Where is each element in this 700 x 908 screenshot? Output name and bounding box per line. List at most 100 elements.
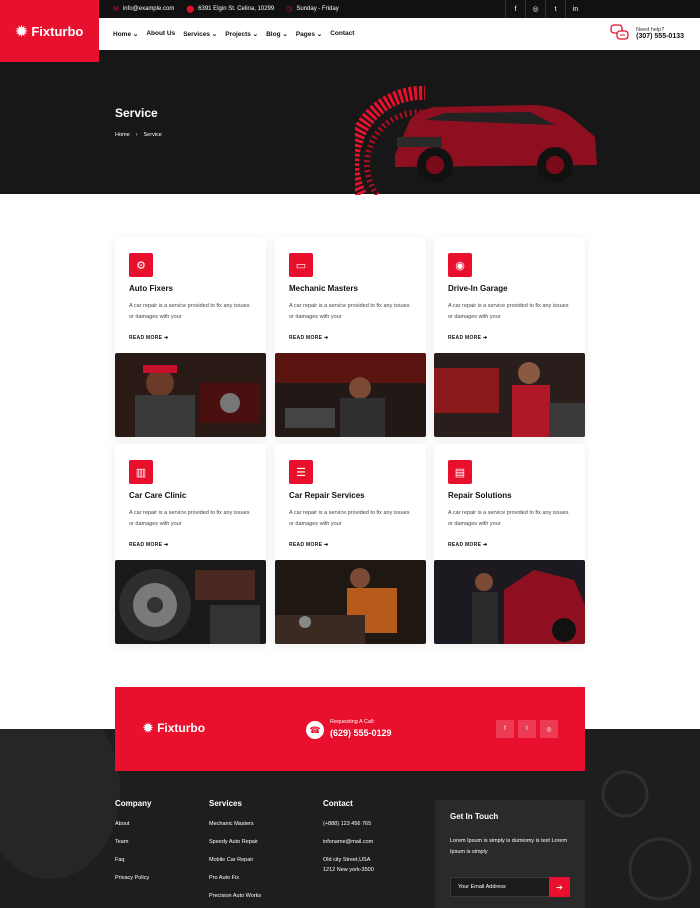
read-more-link[interactable]: READ MORE ➔	[289, 335, 328, 341]
clock-icon: ◷	[286, 6, 293, 13]
nav-pages[interactable]: Pages ⌄	[296, 30, 322, 38]
nav-blog[interactable]: Blog ⌄	[266, 30, 288, 38]
service-card[interactable]: ▤ Repair Solutions A car repair is a ser…	[434, 444, 585, 644]
top-social-links: f ◎ t in	[505, 0, 585, 18]
engine-icon: ⚙	[129, 253, 153, 277]
read-more-link[interactable]: READ MORE ➔	[448, 542, 487, 548]
nav-services[interactable]: Services ⌄	[183, 30, 217, 38]
gear-logo-icon: ✹	[143, 721, 154, 735]
chat-icon	[610, 24, 630, 42]
top-contact-info: ✉ info@example.com ⬤ 6391 Elgin St. Celina…	[113, 0, 339, 18]
breadcrumb-separator: ›	[135, 132, 138, 138]
call-banner: ✹ Fixturbo ☎ Requesting A Call: (629) 555…	[115, 687, 585, 771]
call-phone[interactable]: (629) 555-0129	[330, 728, 392, 738]
footer-services: Services Mechanic Masters Speedy Auto Re…	[209, 799, 261, 908]
footer-link[interactable]: Faq	[115, 857, 151, 863]
main-nav: Home ⌄ About Us Services ⌄ Projects ⌄ Bl…	[99, 18, 696, 50]
read-more-link[interactable]: READ MORE ➔	[129, 542, 168, 548]
instagram-icon[interactable]: ◎	[525, 0, 545, 18]
cta-logo-text: Fixturbo	[157, 721, 206, 735]
send-arrow-icon[interactable]: ➔	[549, 877, 570, 897]
horn-icon: ◉	[448, 253, 472, 277]
footer-company: Company About Team Faq Privacy Policy	[115, 799, 151, 893]
phone-icon: ☎	[306, 721, 324, 739]
facebook-icon[interactable]: f	[496, 720, 514, 738]
footer-contact: Contact (+888) 123 456 765 infoname@mail…	[323, 799, 374, 885]
service-image	[434, 560, 585, 644]
service-image	[115, 353, 266, 437]
linkedin-icon[interactable]: in	[565, 0, 585, 18]
nav-home[interactable]: Home ⌄	[113, 30, 138, 38]
instagram-icon[interactable]: ◎	[540, 720, 558, 738]
checklist-icon: ☰	[289, 460, 313, 484]
service-card[interactable]: ⚙ Auto Fixers A car repair is a service …	[115, 237, 266, 437]
service-title[interactable]: Auto Fixers	[129, 284, 173, 293]
help-contact[interactable]: Need help? (307) 555-0133	[610, 24, 684, 42]
read-more-link[interactable]: READ MORE ➔	[448, 335, 487, 341]
newsletter-text: Lorem Ipsum is simply is dumiomy is text…	[450, 838, 568, 855]
service-image	[434, 353, 585, 437]
contact-phone[interactable]: (+888) 123 456 765	[323, 821, 374, 827]
twitter-icon[interactable]: t	[545, 0, 565, 18]
service-title[interactable]: Mechanic Masters	[289, 284, 358, 293]
cta-logo[interactable]: ✹ Fixturbo	[143, 721, 205, 735]
top-bar	[0, 0, 700, 18]
top-address: ⬤ 6391 Elgin St. Celina, 10299	[186, 5, 274, 13]
contact-address-line: Old city Street,USA	[323, 857, 371, 863]
service-card[interactable]: ▭ Mechanic Masters A car repair is a ser…	[275, 237, 426, 437]
breadcrumb: Home › Service	[115, 132, 162, 138]
contact-email[interactable]: infoname@mail.com	[323, 839, 374, 845]
page-title: Service	[115, 106, 158, 120]
service-desc: A car repair is a service provided to fi…	[129, 303, 250, 320]
facebook-icon[interactable]: f	[505, 0, 525, 18]
gear-logo-icon: ✹	[15, 22, 28, 39]
footer-heading: Company	[115, 799, 152, 808]
breadcrumb-home[interactable]: Home	[115, 132, 130, 138]
top-email[interactable]: ✉ info@example.com	[113, 5, 174, 13]
hero-car-image	[355, 85, 597, 195]
service-desc: A car repair is a service provided to fi…	[129, 510, 250, 527]
site-logo[interactable]: ✹ Fixturbo	[0, 0, 99, 62]
footer-link[interactable]: About	[115, 821, 151, 827]
top-hours: ◷ Sunday - Friday	[286, 5, 338, 13]
service-desc: A car repair is a service provided to fi…	[448, 510, 569, 527]
footer-link[interactable]: Speedy Auto Repair	[209, 839, 261, 845]
service-card[interactable]: ☰ Car Repair Services A car repair is a …	[275, 444, 426, 644]
footer-link[interactable]: Mechanic Masters	[209, 821, 261, 827]
cta-social-links: f t ◎	[496, 720, 558, 738]
newsletter-title: Get In Touch	[450, 812, 499, 821]
service-image	[275, 560, 426, 644]
service-card[interactable]: ◉ Drive-In Garage A car repair is a serv…	[434, 237, 585, 437]
read-more-link[interactable]: READ MORE ➔	[129, 335, 168, 341]
footer-link[interactable]: Mobile Car Repair	[209, 857, 261, 863]
location-icon: ⬤	[186, 6, 195, 13]
twitter-icon[interactable]: t	[518, 720, 536, 738]
service-title[interactable]: Repair Solutions	[448, 491, 512, 500]
contact-address-line: 1212 New york-3500	[323, 867, 374, 873]
help-phone: (307) 555-0133	[636, 32, 684, 40]
service-image	[115, 560, 266, 644]
service-title[interactable]: Drive-In Garage	[448, 284, 508, 293]
service-desc: A car repair is a service provided to fi…	[289, 303, 410, 320]
newsletter-box: Get In Touch Lorem Ipsum is simply is du…	[435, 800, 585, 908]
nav-contact[interactable]: Contact	[330, 30, 354, 38]
footer-link[interactable]: Precision Auto Works	[209, 893, 261, 899]
breadcrumb-current: Service	[143, 132, 162, 138]
service-title[interactable]: Car Repair Services	[289, 491, 365, 500]
read-more-link[interactable]: READ MORE ➔	[289, 542, 328, 548]
service-title[interactable]: Car Care Clinic	[129, 491, 186, 500]
service-image	[275, 353, 426, 437]
service-desc: A car repair is a service provided to fi…	[289, 510, 410, 527]
car-screen-icon: ▭	[289, 253, 313, 277]
footer-link[interactable]: Team	[115, 839, 151, 845]
mail-icon: ✉	[113, 6, 119, 13]
nav-about[interactable]: About Us	[146, 30, 175, 38]
top-email-text: info@example.com	[122, 6, 175, 12]
service-card[interactable]: ▥ Car Care Clinic A car repair is a serv…	[115, 444, 266, 644]
footer-link[interactable]: Privacy Policy	[115, 875, 151, 881]
footer-link[interactable]: Pro Auto Fix	[209, 875, 261, 881]
footer-heading: Services	[209, 799, 242, 808]
service-desc: A car repair is a service provided to fi…	[448, 303, 569, 320]
nav-projects[interactable]: Projects ⌄	[225, 30, 258, 38]
toolbox-icon: ▥	[129, 460, 153, 484]
